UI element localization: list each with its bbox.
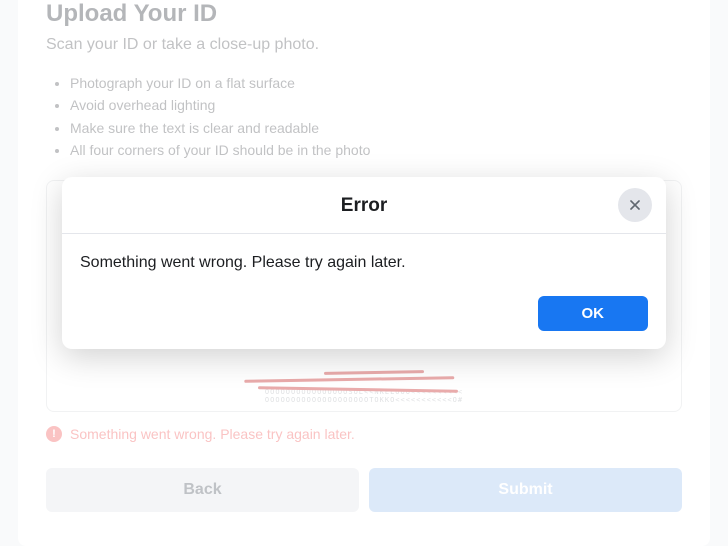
modal-message: Something went wrong. Please try again l…	[80, 254, 648, 272]
ok-button[interactable]: OK	[538, 296, 649, 331]
modal-title: Error	[341, 195, 387, 216]
error-modal: Error Something went wrong. Please try a…	[62, 177, 666, 349]
modal-actions: OK	[80, 296, 648, 331]
close-icon	[627, 197, 643, 213]
close-button[interactable]	[618, 188, 652, 222]
modal-body: Something went wrong. Please try again l…	[62, 234, 666, 349]
modal-header: Error	[62, 177, 666, 234]
